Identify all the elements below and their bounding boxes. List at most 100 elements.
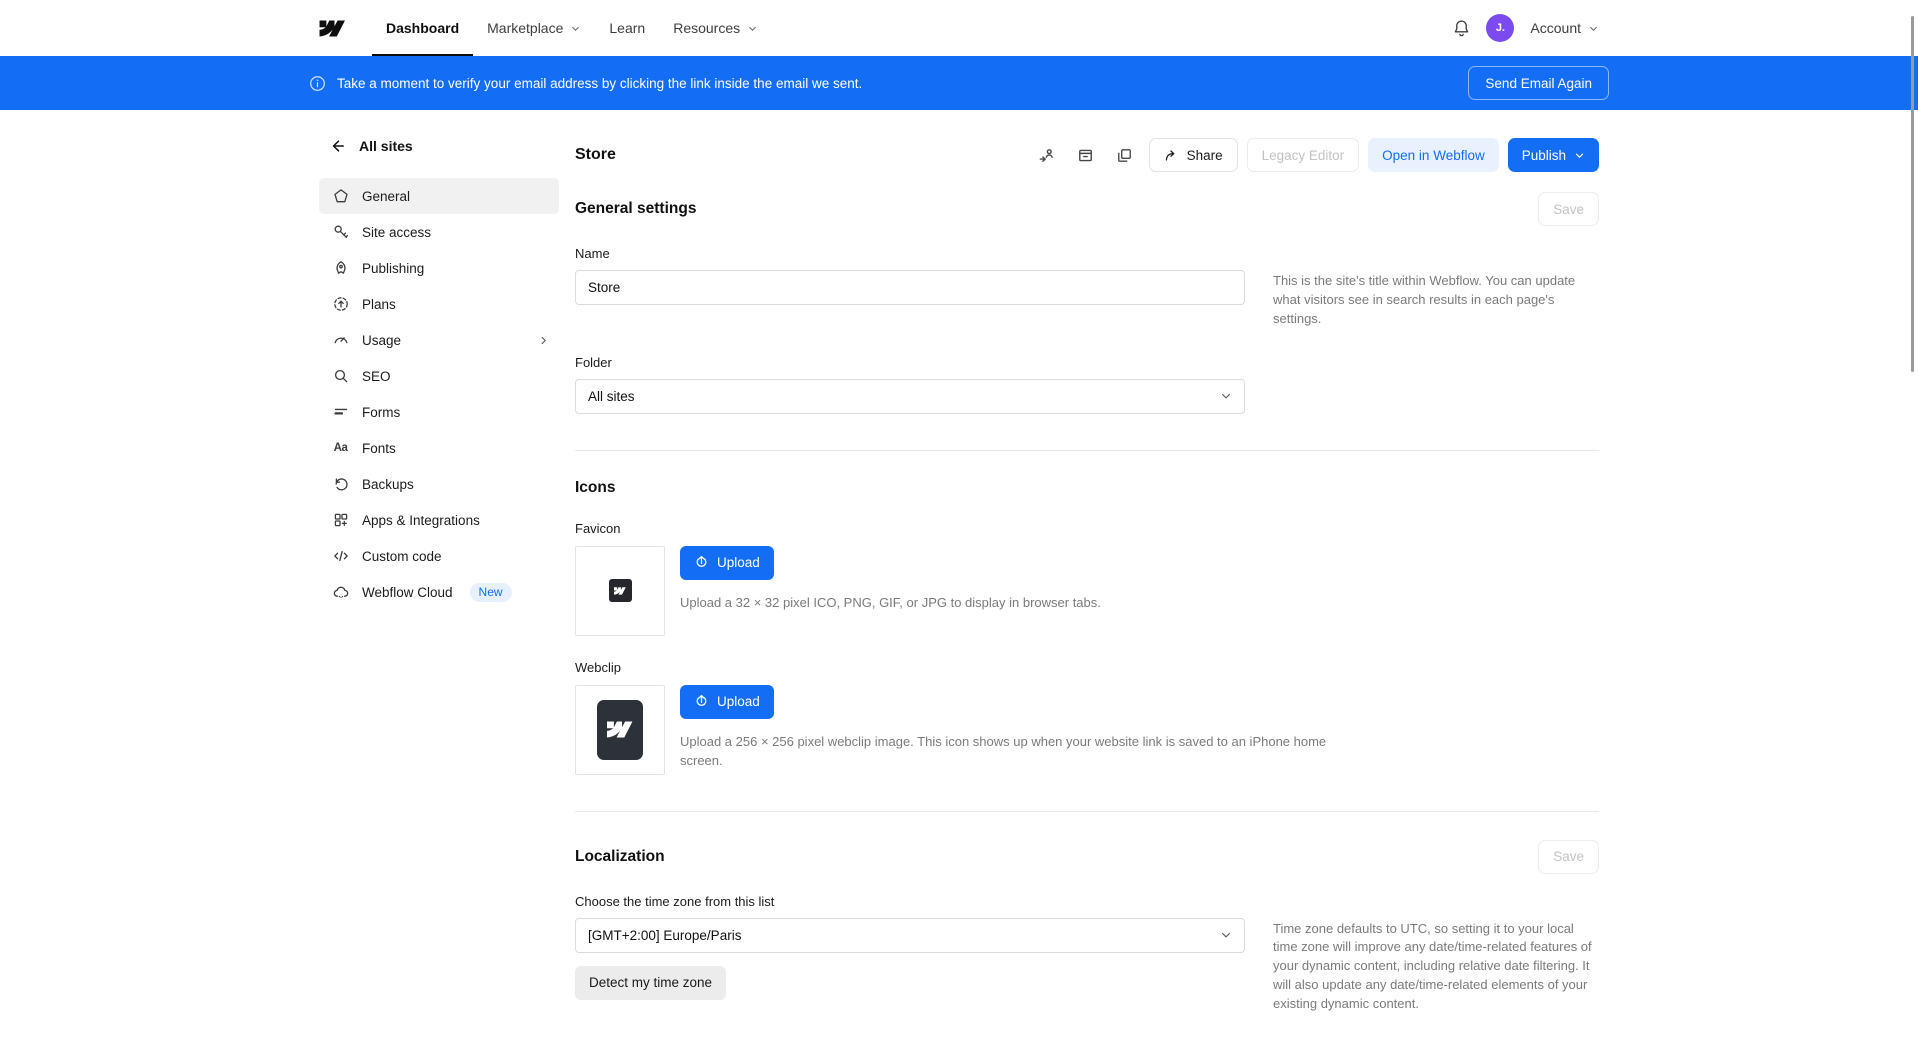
- duplicate-icon[interactable]: [1110, 139, 1140, 171]
- webclip-upload-button[interactable]: Upload: [680, 685, 774, 719]
- account-menu[interactable]: Account: [1530, 20, 1599, 36]
- cloud-icon: [332, 584, 349, 601]
- sidebar-item-general[interactable]: General: [319, 178, 559, 214]
- name-help-text: This is the site's title within Webflow.…: [1273, 246, 1599, 329]
- favicon-upload-button[interactable]: Upload: [680, 546, 774, 580]
- email-verification-banner: Take a moment to verify your email addre…: [0, 56, 1918, 110]
- webflow-logo-icon[interactable]: [319, 0, 346, 56]
- favicon-preview: [575, 546, 665, 636]
- home-icon: [332, 188, 349, 205]
- sidebar-item-publishing[interactable]: Publishing: [319, 250, 559, 286]
- sidebar-item-label: Publishing: [362, 261, 424, 276]
- webclip-help-text: Upload a 256 × 256 pixel webclip image. …: [680, 732, 1328, 771]
- settings-sidebar: All sites General Site access Publishing…: [319, 138, 559, 1040]
- timezone-label: Choose the time zone from this list: [575, 894, 1245, 909]
- upload-label: Upload: [717, 555, 760, 570]
- section-divider: [575, 450, 1599, 451]
- apps-grid-icon: [332, 512, 349, 529]
- sidebar-item-site-access[interactable]: Site access: [319, 214, 559, 250]
- top-nav: Dashboard Marketplace Learn Resources J.…: [0, 0, 1918, 56]
- chevron-down-icon: [1574, 150, 1585, 161]
- upload-label: Upload: [717, 694, 760, 709]
- arrow-left-icon: [330, 138, 346, 154]
- sidebar-item-forms[interactable]: Forms: [319, 394, 559, 430]
- nav-link-label: Dashboard: [386, 20, 459, 36]
- legacy-editor-button[interactable]: Legacy Editor: [1247, 138, 1360, 172]
- archive-icon[interactable]: [1071, 139, 1101, 171]
- sidebar-item-apps-integrations[interactable]: Apps & Integrations: [319, 502, 559, 538]
- timezone-help-text: Time zone defaults to UTC, so setting it…: [1273, 894, 1599, 1014]
- folder-selected-value: All sites: [588, 389, 635, 404]
- site-name-input[interactable]: [575, 270, 1245, 305]
- detect-timezone-button[interactable]: Detect my time zone: [575, 966, 726, 1000]
- chevron-right-icon: [538, 335, 549, 346]
- sidebar-item-seo[interactable]: SEO: [319, 358, 559, 394]
- chevron-down-icon: [570, 23, 581, 34]
- account-label: Account: [1530, 20, 1581, 36]
- folder-select[interactable]: All sites: [575, 379, 1245, 414]
- nav-link-label: Resources: [673, 20, 740, 36]
- key-icon: [332, 224, 349, 241]
- share-button[interactable]: Share: [1149, 138, 1238, 172]
- nav-link-label: Learn: [609, 20, 645, 36]
- save-button-localization[interactable]: Save: [1538, 840, 1599, 874]
- new-badge: New: [470, 583, 512, 602]
- chevron-down-icon: [1220, 390, 1232, 402]
- nav-link-marketplace[interactable]: Marketplace: [473, 0, 595, 56]
- back-label: All sites: [359, 138, 413, 154]
- sidebar-item-custom-code[interactable]: Custom code: [319, 538, 559, 574]
- sidebar-item-usage[interactable]: Usage: [319, 322, 559, 358]
- favicon-webflow-logo-icon: [609, 579, 632, 602]
- timezone-select[interactable]: [GMT+2:00] Europe/Paris: [575, 918, 1245, 953]
- rocket-icon: [332, 260, 349, 277]
- back-to-all-sites[interactable]: All sites: [319, 138, 559, 154]
- open-in-webflow-button[interactable]: Open in Webflow: [1368, 138, 1499, 172]
- sidebar-item-label: Apps & Integrations: [362, 513, 480, 528]
- section-divider: [575, 811, 1599, 812]
- share-arrow-icon: [1164, 148, 1179, 163]
- localization-heading: Localization: [575, 848, 665, 866]
- Aa-glyph-icon: Aa: [332, 440, 349, 457]
- notifications-bell-icon[interactable]: [1453, 19, 1470, 37]
- chevron-down-icon: [1220, 929, 1232, 941]
- favicon-label: Favicon: [575, 521, 1599, 536]
- webclip-label: Webclip: [575, 660, 1599, 675]
- sidebar-item-webflow-cloud[interactable]: Webflow Cloud New: [319, 574, 559, 610]
- sidebar-item-label: Forms: [362, 405, 400, 420]
- favicon-help-text: Upload a 32 × 32 pixel ICO, PNG, GIF, or…: [680, 593, 1328, 613]
- sidebar-item-label: SEO: [362, 369, 391, 384]
- sidebar-item-label: Custom code: [362, 549, 442, 564]
- page-title: Store: [575, 146, 616, 164]
- history-icon: [332, 476, 349, 493]
- vertical-scrollbar[interactable]: [1911, 16, 1914, 372]
- general-settings-heading: General settings: [575, 200, 696, 218]
- share-label: Share: [1187, 148, 1223, 163]
- nav-link-learn[interactable]: Learn: [595, 0, 659, 56]
- icons-heading: Icons: [575, 479, 615, 497]
- sidebar-item-backups[interactable]: Backups: [319, 466, 559, 502]
- nav-link-resources[interactable]: Resources: [659, 0, 772, 56]
- settings-content: Store Share Legacy Editor Open in Webflo…: [575, 138, 1599, 1040]
- nav-links: Dashboard Marketplace Learn Resources: [372, 0, 772, 56]
- sidebar-item-fonts[interactable]: Aa Fonts: [319, 430, 559, 466]
- code-icon: [332, 548, 349, 565]
- banner-message: Take a moment to verify your email addre…: [337, 76, 862, 91]
- transfer-site-icon[interactable]: [1032, 139, 1062, 171]
- webclip-webflow-logo-icon: [597, 700, 643, 760]
- sidebar-item-label: Plans: [362, 297, 396, 312]
- publish-button[interactable]: Publish: [1508, 138, 1599, 172]
- sidebar-item-plans[interactable]: Plans: [319, 286, 559, 322]
- info-icon: [309, 75, 326, 92]
- nav-link-dashboard[interactable]: Dashboard: [372, 0, 473, 56]
- chevron-down-icon: [747, 23, 758, 34]
- sidebar-menu: General Site access Publishing Plans Usa…: [319, 178, 559, 610]
- send-email-again-button[interactable]: Send Email Again: [1468, 66, 1609, 100]
- avatar[interactable]: J.: [1486, 14, 1514, 42]
- circle-arrow-up-icon: [332, 296, 349, 313]
- webclip-preview: [575, 685, 665, 775]
- save-button-general[interactable]: Save: [1538, 192, 1599, 226]
- nav-link-label: Marketplace: [487, 20, 563, 36]
- upload-icon: [694, 555, 709, 570]
- sidebar-item-label: Fonts: [362, 441, 396, 456]
- chevron-down-icon: [1588, 23, 1599, 34]
